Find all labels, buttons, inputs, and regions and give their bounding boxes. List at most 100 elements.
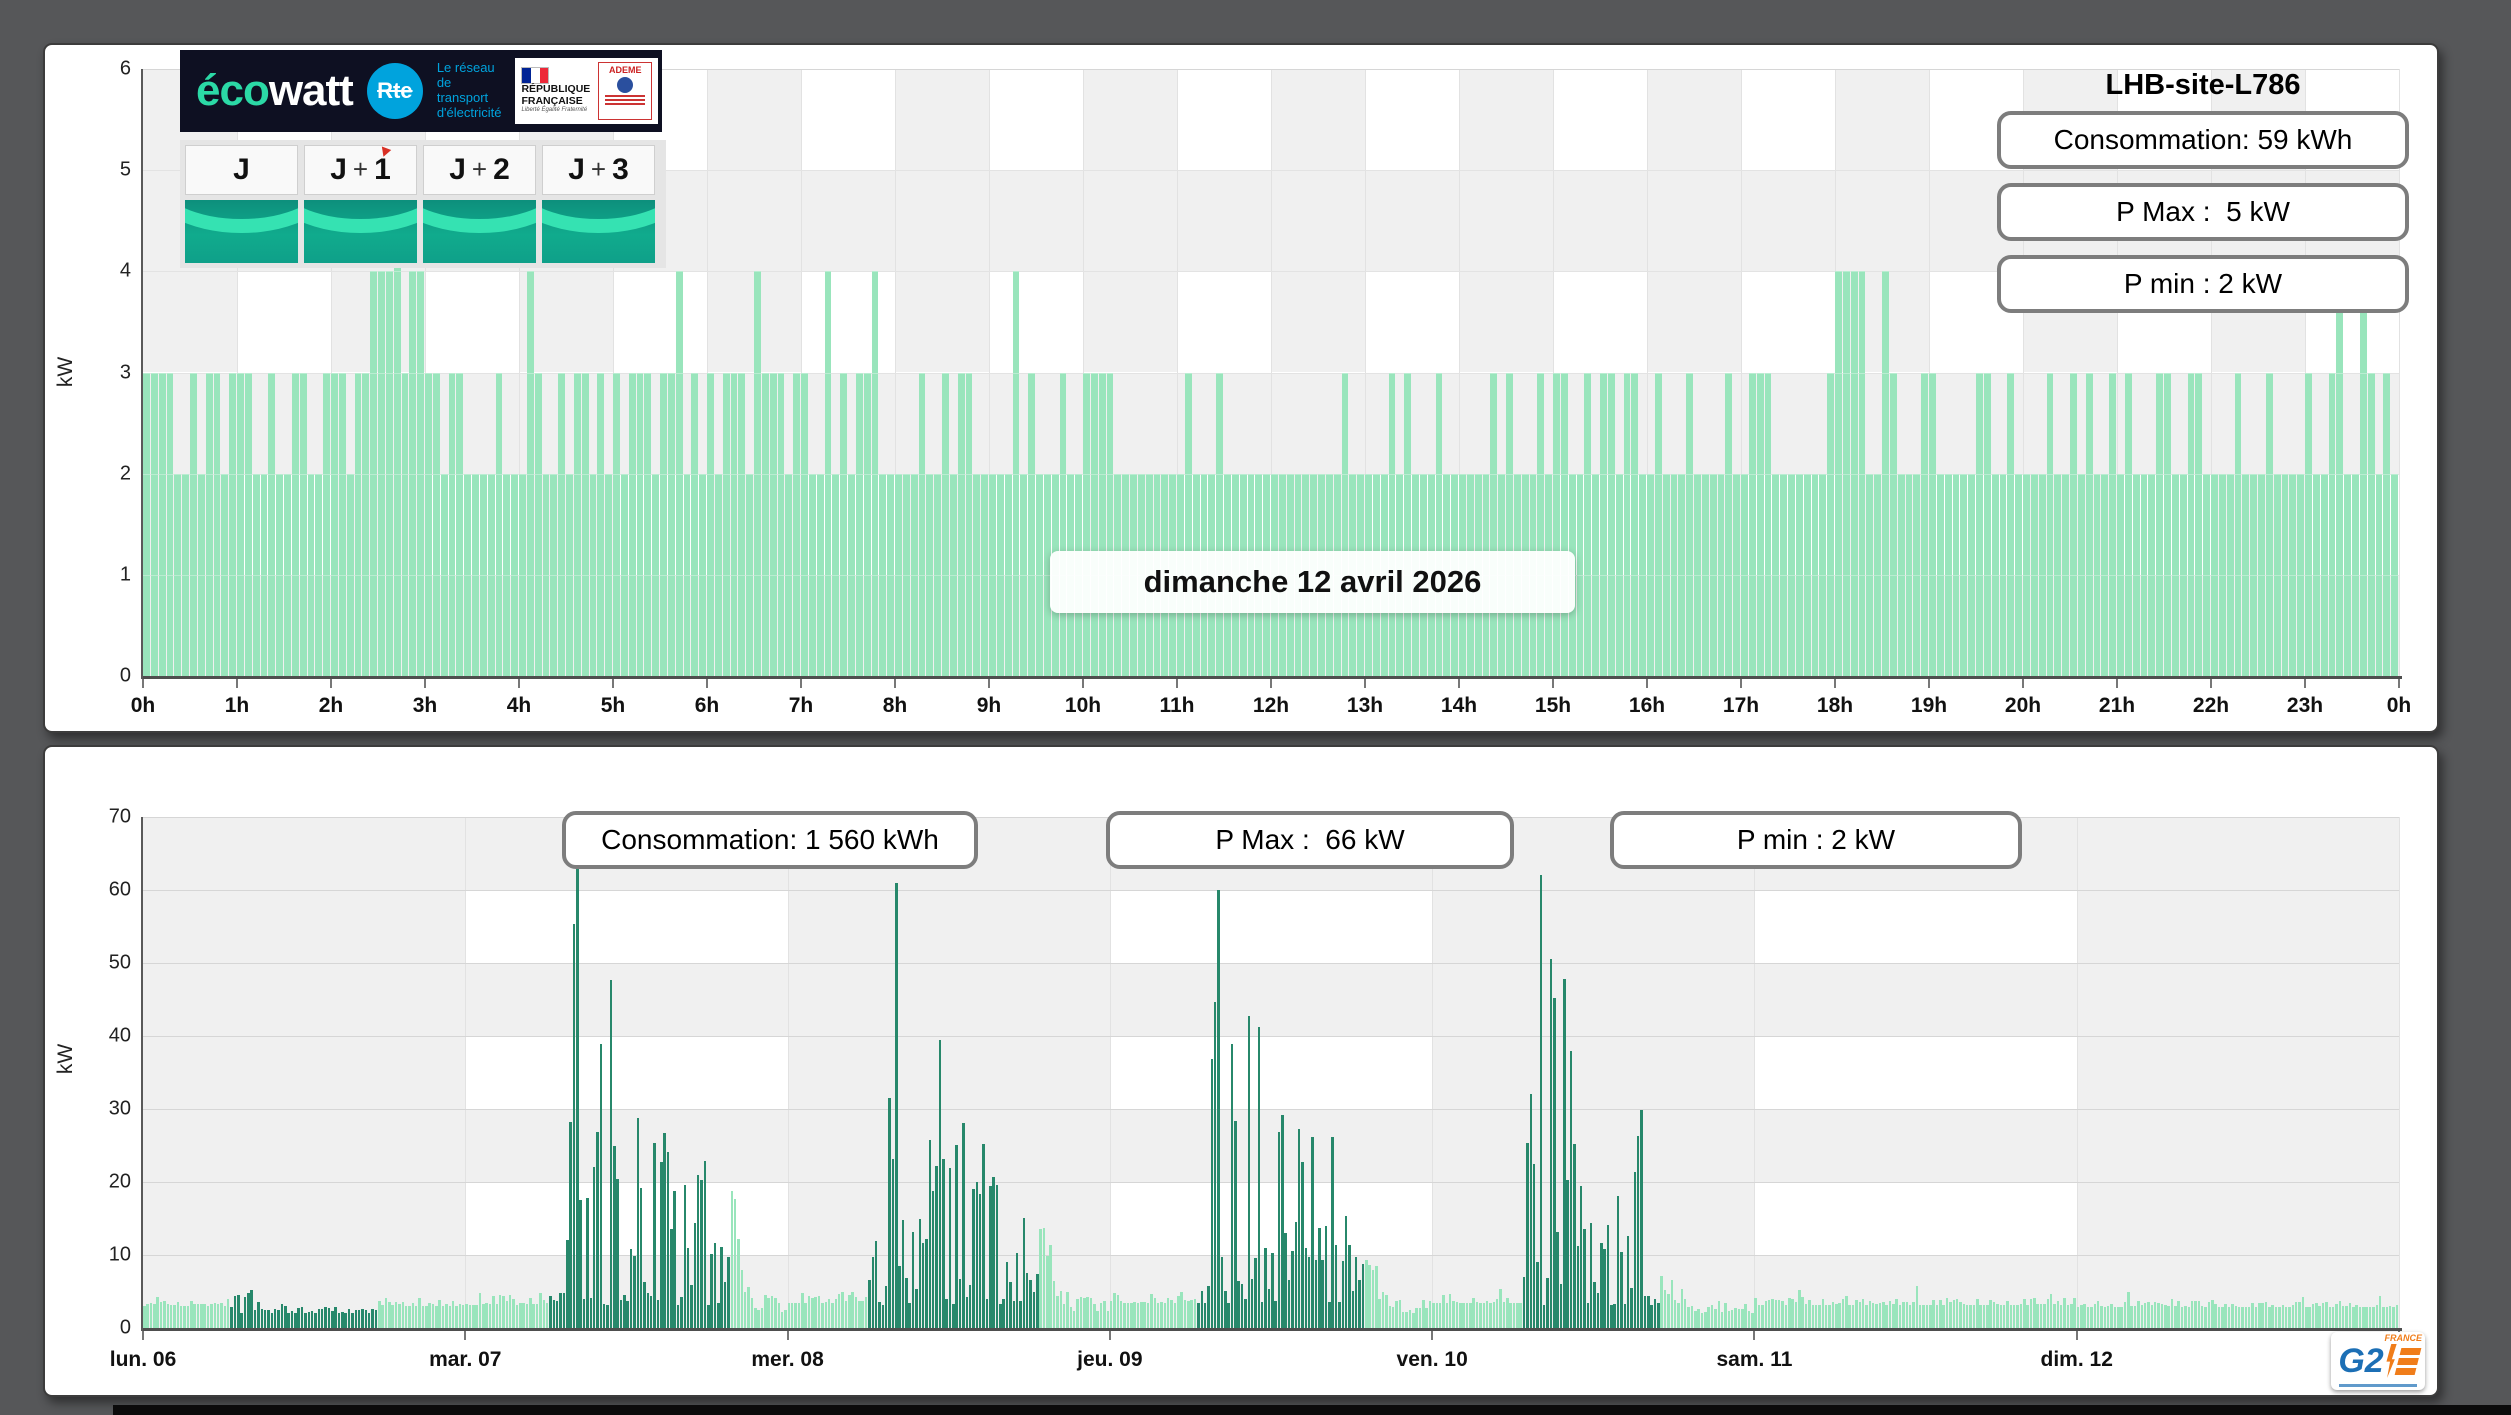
power-bar bbox=[2207, 1302, 2211, 1328]
power-bar bbox=[294, 1313, 297, 1328]
background-cell bbox=[707, 170, 801, 272]
ecowatt-logo: écowatt Rte Le réseau de transport d'éle… bbox=[180, 50, 662, 132]
power-bar bbox=[1983, 372, 1991, 676]
background-cell bbox=[1365, 170, 1459, 272]
x-tick bbox=[464, 1331, 467, 1340]
power-bar bbox=[1193, 1299, 1197, 1328]
power-bar bbox=[150, 372, 158, 676]
power-bar bbox=[928, 1139, 932, 1328]
power-bar bbox=[1203, 1302, 1207, 1328]
power-bar bbox=[1885, 1305, 1888, 1328]
power-bar bbox=[1378, 1298, 1381, 1328]
power-bar bbox=[1801, 1297, 1804, 1328]
power-bar bbox=[291, 372, 299, 676]
background-cell bbox=[1109, 890, 1433, 963]
power-bar bbox=[522, 1302, 525, 1328]
power-bar bbox=[2385, 1306, 2389, 1328]
power-bar bbox=[492, 1295, 495, 1328]
x-tick bbox=[1431, 1331, 1434, 1340]
power-bar bbox=[2271, 1305, 2274, 1328]
background-cell bbox=[2076, 1182, 2399, 1255]
g2e-e-icon bbox=[2394, 1347, 2422, 1375]
power-bar bbox=[2298, 1302, 2301, 1328]
forecast-tile-j-plus-3[interactable]: J +3 bbox=[542, 145, 655, 263]
power-bar bbox=[341, 1311, 344, 1328]
background-cell bbox=[989, 69, 1083, 171]
background-cell bbox=[143, 271, 237, 373]
background-cell bbox=[1835, 69, 1929, 171]
power-bar bbox=[354, 372, 362, 676]
y-axis-line bbox=[141, 69, 143, 679]
power-bar bbox=[2301, 1297, 2305, 1328]
day-gridline bbox=[1432, 817, 1434, 1328]
power-bar bbox=[1607, 372, 1615, 676]
power-bar bbox=[2127, 1291, 2130, 1328]
power-bar bbox=[482, 1303, 485, 1328]
power-bar bbox=[1537, 372, 1545, 676]
power-bar bbox=[1882, 1302, 1885, 1328]
power-bar bbox=[1153, 1298, 1157, 1328]
power-bar bbox=[957, 372, 965, 676]
power-bar bbox=[660, 372, 667, 676]
stat-box: Consommation: 1 560 kWh bbox=[562, 811, 978, 869]
power-bar bbox=[1821, 1299, 1825, 1328]
power-bar bbox=[2278, 1306, 2281, 1328]
power-bar bbox=[1207, 1285, 1210, 1328]
x-tick-label: lun. 06 bbox=[109, 1348, 177, 1371]
power-bar bbox=[1220, 1256, 1224, 1328]
x-tick-label: mar. 07 bbox=[429, 1348, 502, 1371]
power-bar bbox=[1438, 1303, 1442, 1328]
power-bar bbox=[2281, 1304, 2285, 1328]
power-bar bbox=[2234, 1305, 2238, 1328]
power-bar bbox=[750, 1298, 754, 1328]
power-bar bbox=[1889, 372, 1897, 676]
power-bar bbox=[418, 1298, 421, 1328]
x-tick bbox=[424, 679, 426, 688]
power-bar bbox=[2214, 1304, 2217, 1328]
forecast-tile-j-plus-2[interactable]: J +2 bbox=[423, 145, 536, 263]
power-bar bbox=[351, 1313, 354, 1328]
x-tick bbox=[612, 679, 614, 688]
power-bar bbox=[1584, 372, 1592, 676]
power-bar bbox=[1935, 1305, 1939, 1328]
power-bar bbox=[861, 1300, 864, 1328]
background-cell bbox=[1432, 1182, 1755, 1255]
background-cell bbox=[465, 1036, 788, 1109]
background-cell bbox=[1459, 170, 1553, 272]
stat-box: P min : 2 kW bbox=[1610, 811, 2022, 869]
x-tick-label: 19h bbox=[1910, 694, 1948, 717]
power-bar bbox=[1596, 1293, 1600, 1328]
power-bar bbox=[2016, 1305, 2019, 1328]
power-bar bbox=[663, 1132, 666, 1328]
power-bar bbox=[1949, 1302, 1952, 1328]
republique-francaise-logo: RÉPUBLIQUE FRANÇAISE Liberté Égalité Fra… bbox=[515, 58, 659, 124]
power-bar bbox=[1334, 1244, 1338, 1328]
forecast-tile-j[interactable]: J bbox=[185, 145, 298, 263]
power-bar bbox=[2049, 1294, 2053, 1328]
x-tick bbox=[800, 679, 802, 688]
x-tick bbox=[894, 679, 896, 688]
x-tick-label: dim. 12 bbox=[2040, 1348, 2113, 1371]
power-bar bbox=[2070, 372, 2077, 676]
power-bar bbox=[2268, 1306, 2271, 1328]
y-tick-label: 1 bbox=[119, 563, 131, 586]
x-tick-label: 18h bbox=[1816, 694, 1854, 717]
power-bar bbox=[1942, 1305, 1945, 1328]
power-bar bbox=[972, 1189, 975, 1328]
power-bar bbox=[381, 1305, 384, 1328]
power-bar bbox=[408, 1306, 411, 1328]
power-bar bbox=[1539, 875, 1543, 1328]
power-bar bbox=[1865, 1305, 1868, 1328]
power-bar bbox=[193, 1303, 196, 1328]
forecast-tile-j-plus-1[interactable]: J +1 bbox=[304, 145, 417, 263]
power-bar bbox=[2120, 1306, 2123, 1328]
power-bar bbox=[2335, 1303, 2338, 1328]
power-bar bbox=[898, 1266, 901, 1328]
power-bar bbox=[1529, 1093, 1533, 1328]
power-bar bbox=[1166, 1298, 1170, 1328]
power-bar bbox=[1888, 1300, 1892, 1328]
power-bar bbox=[1123, 1303, 1126, 1328]
power-bar bbox=[938, 1039, 942, 1328]
power-bar bbox=[1654, 372, 1662, 676]
background-cell bbox=[1553, 170, 1647, 272]
